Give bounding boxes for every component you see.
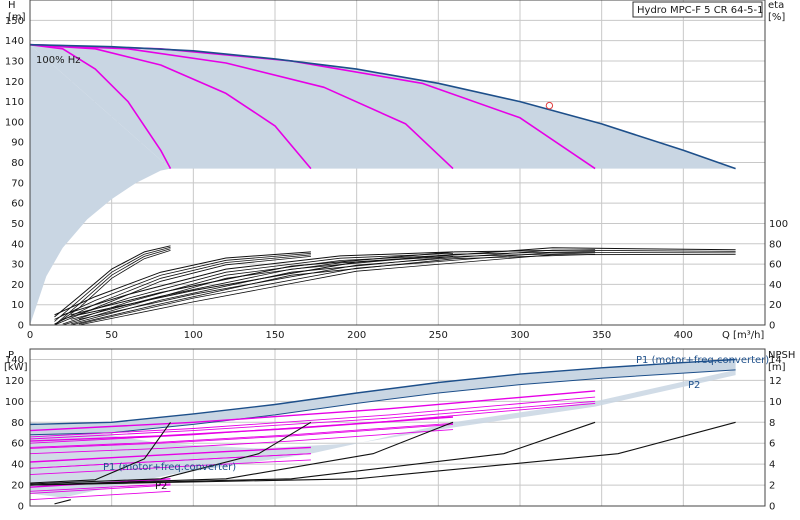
pump-curve-chart: 0 50 100 150 200 250 300 350 4000102030405060708… — [4, 0, 795, 513]
power-tick-100: 100 — [5, 397, 24, 408]
head-tick-70: 70 — [11, 178, 24, 189]
flow-axis-label: Q [m³/h] — [722, 330, 764, 341]
head-tick-20: 20 — [11, 280, 24, 291]
power-axis-label: P — [8, 350, 14, 361]
power-tick-20: 20 — [11, 481, 24, 492]
eta-tick-80: 80 — [769, 239, 782, 250]
top-xtick-350: 350 — [592, 330, 611, 341]
head-tick-120: 120 — [5, 77, 24, 88]
p1-label-top: P1 (motor+freq.converter) — [636, 355, 769, 366]
npsh-axis-label: NPSH — [768, 350, 795, 361]
npsh-tick-4: 4 — [769, 460, 775, 471]
head-tick-130: 130 — [5, 56, 24, 67]
head-tick-90: 90 — [11, 138, 24, 149]
head-tick-100: 100 — [5, 117, 24, 128]
npsh-tick-0: 0 — [769, 502, 775, 513]
efficiency-curve-0-band-2 — [54, 248, 171, 326]
power-tick-0: 0 — [18, 502, 24, 513]
npsh-curve-0 — [54, 499, 71, 505]
top-xtick-50: 50 — [105, 330, 118, 341]
eta-tick-40: 40 — [769, 280, 782, 291]
top-xtick-200: 200 — [347, 330, 366, 341]
head-tick-60: 60 — [11, 199, 24, 210]
power-npsh-panel: 02040608010012014002468101214 P [kW] NPS… — [4, 348, 795, 513]
top-xtick-100: 100 — [184, 330, 203, 341]
head-tick-80: 80 — [11, 158, 24, 169]
npsh-tick-10: 10 — [769, 397, 782, 408]
eta-axis-unit: [%] — [768, 12, 785, 23]
speed-annotation: 100% Hz — [36, 55, 81, 66]
eta-tick-60: 60 — [769, 260, 782, 271]
power-tick-80: 80 — [11, 418, 24, 429]
eta-tick-0: 0 — [769, 321, 775, 332]
power-tick-60: 60 — [11, 439, 24, 450]
eta-axis-label: eta — [768, 0, 784, 11]
head-axis-label: H — [8, 0, 16, 11]
head-tick-30: 30 — [11, 260, 24, 271]
power-axis-unit: [kW] — [4, 362, 28, 373]
npsh-tick-8: 8 — [769, 418, 775, 429]
head-tick-110: 110 — [5, 97, 24, 108]
top-xtick-0: 0 — [27, 330, 33, 341]
p1-label-low: P1 (motor+freq.converter) — [103, 462, 236, 473]
eta-tick-100: 100 — [769, 219, 788, 230]
top-xtick-400: 400 — [674, 330, 693, 341]
head-tick-50: 50 — [11, 219, 24, 230]
head-efficiency-panel: 0 50 100 150 200 250 300 350 4000102030405060708… — [5, 0, 788, 341]
head-tick-10: 10 — [11, 300, 24, 311]
duty-point-marker — [545, 101, 554, 110]
npsh-tick-2: 2 — [769, 481, 775, 492]
head-tick-140: 140 — [5, 36, 24, 47]
top-xtick-150: 150 — [265, 330, 284, 341]
efficiency-curve-4-band-3 — [78, 253, 736, 326]
npsh-tick-6: 6 — [769, 439, 775, 450]
eta-tick-20: 20 — [769, 300, 782, 311]
chart-title: Hydro MPC-F 5 CR 64-5-1 — [637, 5, 763, 16]
npsh-tick-12: 12 — [769, 376, 782, 387]
head-tick-40: 40 — [11, 239, 24, 250]
top-xtick-250: 250 — [429, 330, 448, 341]
p2-label-low: P2 — [155, 481, 167, 492]
top-xtick-300: 300 — [510, 330, 529, 341]
head-axis-unit: [m] — [8, 12, 26, 23]
npsh-axis-unit: [m] — [768, 362, 786, 373]
power-tick-120: 120 — [5, 376, 24, 387]
head-tick-0: 0 — [18, 321, 24, 332]
power-tick-40: 40 — [11, 460, 24, 471]
p2-label-top: P2 — [688, 380, 700, 391]
